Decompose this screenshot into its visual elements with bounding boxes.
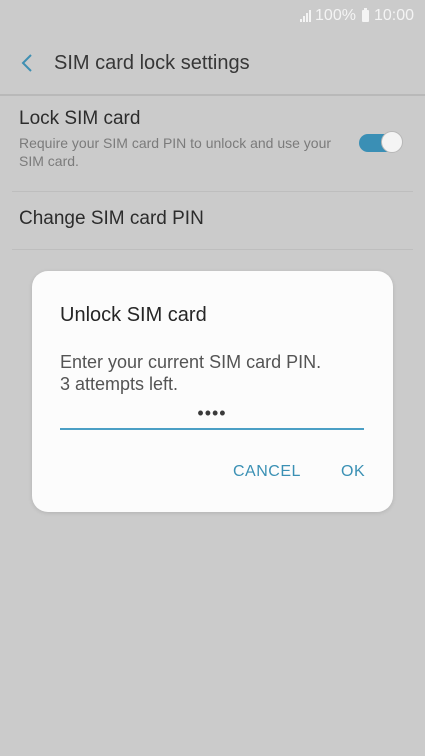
lock-sim-card-setting[interactable]: Lock SIM card Require your SIM card PIN …: [19, 108, 413, 190]
app-bar: SIM card lock settings: [0, 32, 425, 94]
lock-sim-title: Lock SIM card: [19, 108, 141, 129]
unlock-sim-dialog: Unlock SIM card Enter your current SIM c…: [32, 271, 393, 512]
dialog-title: Unlock SIM card: [60, 304, 207, 326]
ok-button[interactable]: OK: [341, 463, 365, 481]
battery-icon: [361, 8, 369, 22]
toggle-thumb: [381, 131, 403, 153]
row-divider: [12, 191, 413, 192]
pin-input[interactable]: ••••: [60, 398, 364, 430]
page-title: SIM card lock settings: [54, 51, 250, 74]
dialog-message-line2: 3 attempts left.: [60, 374, 179, 394]
dialog-message-line1: Enter your current SIM card PIN.: [60, 352, 322, 372]
back-button[interactable]: [0, 32, 54, 94]
signal-icon: [300, 10, 312, 22]
lock-sim-subtitle: Require your SIM card PIN to unlock and …: [19, 135, 332, 169]
battery-percent: 100%: [315, 7, 356, 24]
cancel-button[interactable]: CANCEL: [233, 463, 301, 481]
dialog-message: Enter your current SIM card PIN. 3 attem…: [60, 351, 321, 395]
change-sim-pin-setting[interactable]: Change SIM card PIN: [19, 208, 413, 230]
row-divider: [12, 249, 413, 250]
clock: 10:00: [373, 7, 414, 24]
change-pin-title: Change SIM card PIN: [19, 208, 204, 229]
status-bar: 100% 10:00: [0, 0, 425, 32]
back-arrow-icon: [21, 54, 32, 72]
header-divider: [0, 94, 425, 96]
lock-sim-toggle[interactable]: [359, 130, 403, 156]
